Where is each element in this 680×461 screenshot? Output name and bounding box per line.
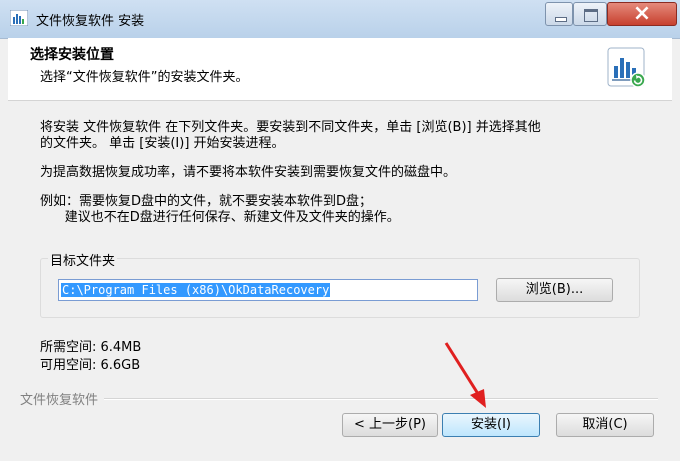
red-arrow-annotation [444,342,486,408]
cancel-button[interactable]: 取消(C) [556,413,654,437]
install-path-value: C:\Program Files (x86)\OkDataRecovery [61,283,331,297]
brand-label: 文件恢复软件 [20,389,105,408]
install-path-input[interactable]: C:\Program Files (x86)\OkDataRecovery [58,279,478,301]
back-button[interactable]: < 上一步(P) [342,413,438,437]
instruction-line-1: 将安装 文件恢复软件 在下列文件夹。要安装到不同文件夹，单击 [浏览(B)] 并… [40,120,541,135]
available-space: 可用空间: 6.6GB [40,358,141,373]
warning-line: 为提高数据恢复成功率，请不要将本软件安装到需要恢复文件的磁盘中。 [40,165,457,180]
page-subtitle: 选择“文件恢复软件”的安装文件夹。 [40,70,249,85]
installer-logo-icon [607,47,646,88]
close-button[interactable] [607,1,677,26]
minimize-button[interactable] [545,2,573,26]
example-line-2: 建议也不在D盘进行任何保存、新建文件及文件夹的操作。 [40,210,400,225]
footer-divider [20,398,658,400]
wizard-header: 选择安装位置 选择“文件恢复软件”的安装文件夹。 [8,38,672,101]
title-bar: 文件恢复软件 安装 [0,0,680,39]
app-icon [10,10,28,26]
maximize-button[interactable] [573,2,607,26]
instruction-line-2: 的文件夹。 单击 [安装(I)] 开始安装进程。 [40,136,285,151]
install-button[interactable]: 安装(I) [442,413,540,437]
page-title: 选择安装位置 [30,47,114,63]
destination-folder-label: 目标文件夹 [48,250,118,269]
example-line-1: 例如：需要恢复D盘中的文件，就不要安装本软件到D盘； [40,194,373,209]
browse-button[interactable]: 浏览(B)... [496,278,613,302]
required-space: 所需空间: 6.4MB [40,340,142,355]
window-title: 文件恢复软件 安装 [36,14,145,29]
